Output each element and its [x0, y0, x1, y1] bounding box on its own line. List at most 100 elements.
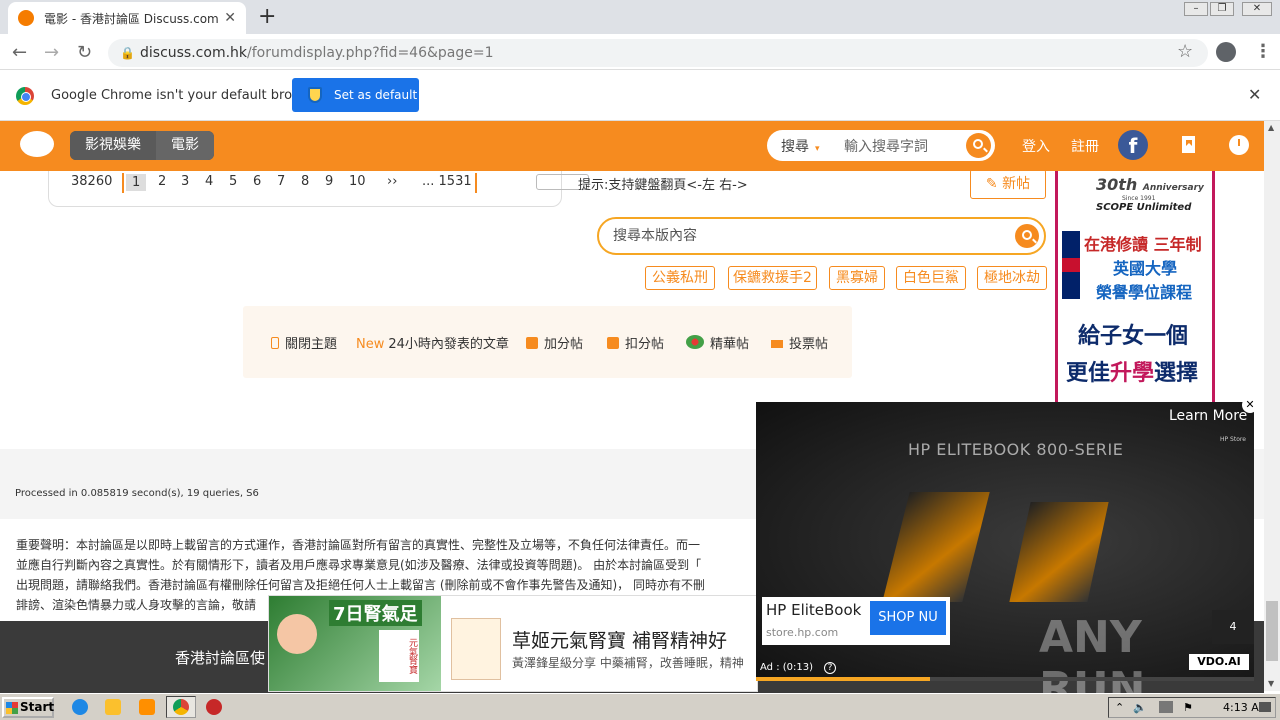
- filter-minus[interactable]: 扣分帖: [607, 333, 664, 352]
- set-as-default-button[interactable]: Set as default: [292, 78, 419, 112]
- browser-tab[interactable]: 電影 - 香港討論區 Discuss.com.hk - ✕: [8, 2, 246, 34]
- video-advertisement[interactable]: Learn More HP Store HP ELITEBOOK 800-SER…: [756, 397, 1258, 714]
- ad-subline: 黃澤鋒星級分享 中藥補腎，改善睡眠，精神: [512, 656, 744, 670]
- page-link[interactable]: 1: [126, 174, 147, 191]
- tag-link[interactable]: 保鑣救援手2: [728, 266, 817, 290]
- bookmark-icon[interactable]: [1182, 136, 1195, 153]
- page-scrollbar[interactable]: ▲ ▼: [1264, 121, 1280, 691]
- search-input[interactable]: 輸入搜尋字詞: [844, 136, 928, 156]
- disclaimer-line: 出現問題，請聯絡我們。香港討論區有權刪除任何留言及拒絕任何人士上載留言 (刪除前…: [16, 578, 705, 592]
- board-search-button[interactable]: [1015, 224, 1039, 248]
- tray-expand-icon[interactable]: ⌃: [1115, 698, 1124, 717]
- forward-icon[interactable]: →: [44, 42, 59, 63]
- facebook-icon[interactable]: f: [1118, 130, 1148, 160]
- forum-favicon-icon: [18, 10, 34, 26]
- filter-digest-label: 精華帖: [710, 337, 750, 352]
- search-icon: [973, 139, 983, 149]
- scroll-up-icon[interactable]: ▲: [1268, 123, 1274, 132]
- page-link[interactable]: 3: [181, 174, 189, 189]
- next-page-link[interactable]: ››: [387, 174, 397, 189]
- filter-recent[interactable]: New 24小時內發表的文章: [356, 333, 509, 352]
- keyboard-hint: 提示:支持鍵盤翻頁<-左 右->: [578, 178, 748, 193]
- filter-recent-label: 24小時內發表的文章: [388, 337, 509, 352]
- filter-digest[interactable]: 精華帖: [686, 333, 749, 352]
- tag-link[interactable]: 黑寡婦: [829, 266, 885, 290]
- close-video-icon[interactable]: ✕: [1242, 397, 1258, 413]
- url-path: /forumdisplay.php?fid=46&page=1: [247, 45, 494, 61]
- video-progress-fill: [756, 677, 931, 681]
- uk-flag-icon: [1062, 231, 1080, 299]
- page-link[interactable]: 7: [277, 174, 285, 189]
- page-link[interactable]: 4: [205, 174, 213, 189]
- ad-anniversary: Anniversary: [1142, 183, 1204, 193]
- site-logo-icon[interactable]: [20, 131, 54, 157]
- thumbs-down-icon: [607, 337, 619, 349]
- new-tab-icon[interactable]: +: [258, 4, 276, 29]
- page-link[interactable]: 5: [229, 174, 237, 189]
- filter-poll-label: 投票帖: [789, 337, 829, 352]
- ie-icon[interactable]: [72, 699, 88, 715]
- scrollbar-thumb[interactable]: [1266, 601, 1278, 661]
- ad-card-domain: store.hp.com: [766, 626, 839, 639]
- bottom-advertisement[interactable]: 7日腎氣足 元氣腎寶 草姬元氣腎寶 補腎精神好 黃澤鋒星級分享 中藥補腎，改善睡…: [268, 595, 758, 692]
- bookmark-star-icon[interactable]: ☆: [1177, 41, 1193, 62]
- ad-line-5a: 更佳: [1066, 361, 1111, 386]
- warning-app-icon[interactable]: [206, 699, 222, 715]
- close-infobar-icon[interactable]: ✕: [1248, 85, 1261, 104]
- back-icon[interactable]: ←: [12, 42, 27, 63]
- scroll-down-icon[interactable]: ▼: [1268, 679, 1274, 688]
- profile-avatar-icon[interactable]: [1216, 42, 1236, 62]
- laptop-image: [1009, 502, 1109, 602]
- search-button[interactable]: [966, 133, 991, 158]
- thread-total: 38260: [71, 174, 113, 189]
- category-breadcrumb: 影視娛樂 電影: [70, 131, 214, 160]
- category-movies[interactable]: 電影: [156, 131, 214, 160]
- ad-line-5c: 選擇: [1154, 361, 1199, 386]
- ad-line-3: 榮譽學位課程: [1096, 283, 1193, 302]
- reload-icon[interactable]: ↻: [77, 42, 92, 63]
- network-icon[interactable]: [1159, 701, 1173, 713]
- page-link[interactable]: 8: [301, 174, 309, 189]
- new-badge: New: [356, 337, 385, 352]
- page-link[interactable]: 9: [325, 174, 333, 189]
- category-entertainment[interactable]: 影視娛樂: [70, 131, 156, 160]
- address-bar[interactable]: 🔒 discuss.com.hk/forumdisplay.php?fid=46…: [108, 39, 1208, 67]
- divider: [122, 173, 124, 193]
- flag-icon[interactable]: ⚑: [1183, 698, 1193, 717]
- last-page-link[interactable]: ... 1531: [422, 174, 472, 189]
- learn-more-link[interactable]: Learn More: [1169, 408, 1247, 424]
- chrome-taskbar-button[interactable]: [166, 696, 196, 718]
- filter-closed[interactable]: 關閉主題: [271, 333, 337, 352]
- login-link[interactable]: 登入: [1022, 136, 1050, 156]
- close-tab-icon[interactable]: ✕: [224, 10, 236, 26]
- history-clock-icon[interactable]: [1229, 135, 1249, 155]
- close-window-icon[interactable]: ✕: [1242, 2, 1272, 16]
- divider: [475, 173, 477, 193]
- tag-link[interactable]: 白色巨鯊: [896, 266, 966, 290]
- restore-window-icon[interactable]: ❐: [1210, 2, 1234, 16]
- shop-now-button[interactable]: SHOP NU: [870, 601, 946, 635]
- volume-icon[interactable]: 🔈: [1133, 698, 1147, 717]
- filter-poll[interactable]: 投票帖: [771, 333, 828, 352]
- page-link[interactable]: 2: [158, 174, 166, 189]
- media-player-icon[interactable]: [139, 699, 155, 715]
- tag-link[interactable]: 極地冰劫: [977, 266, 1047, 290]
- show-desktop-icon[interactable]: [1259, 702, 1271, 712]
- ad-product: 元氣腎寶: [379, 630, 419, 682]
- side-advertisement[interactable]: 30th Anniversary Since 1991 SCOPE Unlimi…: [1055, 171, 1215, 402]
- folder-icon[interactable]: [105, 699, 121, 715]
- lock-icon: 🔒: [120, 46, 135, 60]
- board-search-input[interactable]: 搜尋本版內容: [597, 217, 1046, 255]
- start-button[interactable]: Start: [2, 697, 54, 718]
- info-icon[interactable]: ?: [824, 662, 836, 674]
- filter-plus[interactable]: 加分帖: [526, 333, 583, 352]
- page-link[interactable]: 10: [349, 174, 366, 189]
- new-post-button[interactable]: ✎ 新帖: [970, 169, 1046, 199]
- chrome-menu-icon[interactable]: ⋮: [1254, 41, 1272, 62]
- register-link[interactable]: 註冊: [1071, 136, 1099, 156]
- minimize-window-icon[interactable]: –: [1184, 2, 1208, 16]
- tag-link[interactable]: 公義私刑: [645, 266, 715, 290]
- search-type-select[interactable]: 搜尋: [781, 136, 820, 156]
- start-label: Start: [20, 700, 55, 714]
- page-link[interactable]: 6: [253, 174, 261, 189]
